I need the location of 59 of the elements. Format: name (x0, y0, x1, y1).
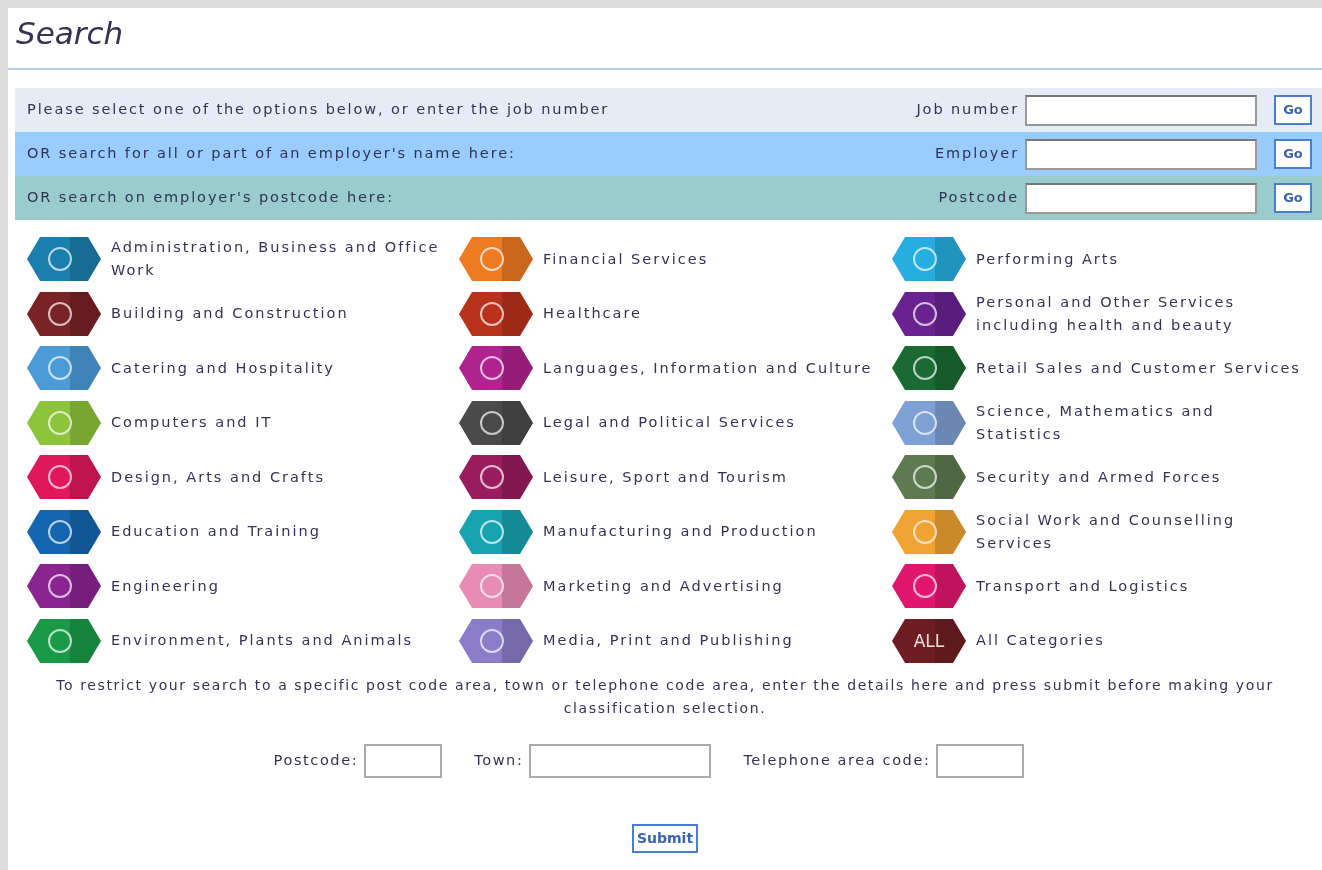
text-field[interactable] (1025, 94, 1257, 126)
category-link[interactable]: All Categories (976, 629, 1105, 653)
text-field[interactable] (1025, 138, 1257, 170)
category-link[interactable]: Social Work and Counselling Services (976, 508, 1306, 555)
field-label: Telephone area code: (743, 751, 931, 771)
field-label: Town: (474, 751, 524, 771)
text-field[interactable] (364, 744, 443, 778)
category-link[interactable]: Media, Print and Publishing (543, 629, 794, 653)
category-link[interactable]: Education and Training (111, 520, 321, 544)
category-link[interactable]: Engineering (111, 574, 220, 598)
category-link[interactable]: Personal and Other Services including health and beauty (976, 290, 1306, 337)
hexagon-icon[interactable] (458, 345, 534, 392)
category-link[interactable]: Performing Arts (976, 247, 1120, 271)
category-link[interactable]: Environment, Plants and Animals (111, 629, 414, 653)
text-field[interactable] (936, 744, 1025, 778)
go-button[interactable]: Go (1274, 183, 1312, 213)
hexagon-icon[interactable] (26, 290, 102, 337)
instruction-text: OR search for all or part of an employer's name here: (27, 144, 516, 164)
hexagon-icon[interactable] (26, 563, 102, 610)
category-link[interactable]: Administration, Business and Office Work (111, 236, 441, 283)
hexagon-icon[interactable] (891, 454, 967, 501)
hexagon-icon[interactable] (26, 508, 102, 555)
restrict-note: To restrict your search to a specific post code area, town or telephone code area, enter the details here and press submit before making your classification selection. (55, 676, 1275, 718)
category-link[interactable]: Healthcare (543, 302, 643, 326)
page-title: Search (15, 14, 125, 53)
category-link[interactable]: Design, Arts and Crafts (111, 465, 325, 489)
go-button[interactable]: Go (1274, 95, 1312, 125)
field-label: Job number (916, 100, 1019, 120)
text-field[interactable] (1025, 182, 1257, 214)
instruction-text: Please select one of the options below, or enter the job number (27, 100, 610, 120)
category-link[interactable]: Languages, Information and Culture (543, 356, 873, 380)
hexagon-icon[interactable] (26, 236, 102, 283)
field-label: Postcode: (273, 751, 359, 771)
hexagon-badge[interactable]: ALL (891, 617, 967, 664)
field-label: Postcode (938, 188, 1019, 208)
category-link[interactable]: Retail Sales and Customer Services (976, 356, 1301, 380)
category-link[interactable]: Computers and IT (111, 411, 273, 435)
hexagon-icon[interactable] (458, 290, 534, 337)
category-link[interactable]: Financial Services (543, 247, 709, 271)
hexagon-icon[interactable] (891, 563, 967, 610)
hexagon-icon[interactable] (26, 454, 102, 501)
category-link[interactable]: Building and Construction (111, 302, 349, 326)
category-link[interactable]: Marketing and Advertising (543, 574, 784, 598)
text-field[interactable] (529, 744, 712, 778)
category-link[interactable]: Security and Armed Forces (976, 465, 1222, 489)
category-link[interactable]: Manufacturing and Production (543, 520, 818, 544)
go-button[interactable]: Go (1274, 139, 1312, 169)
category-link[interactable]: Leisure, Sport and Tourism (543, 465, 788, 489)
instruction-text: OR search on employer's postcode here: (27, 188, 394, 208)
category-link[interactable]: Catering and Hospitality (111, 356, 335, 380)
field-label: Employer (934, 144, 1019, 164)
hexagon-icon[interactable] (891, 290, 967, 337)
hexagon-icon[interactable] (458, 399, 534, 446)
category-link[interactable]: Science, Mathematics and Statistics (976, 399, 1306, 446)
submit-button[interactable]: Submit (631, 824, 699, 853)
category-link[interactable]: Transport and Logistics (976, 574, 1190, 598)
category-link[interactable]: Legal and Political Services (543, 411, 796, 435)
hexagon-icon[interactable] (458, 454, 534, 501)
hexagon-icon[interactable] (891, 345, 967, 392)
